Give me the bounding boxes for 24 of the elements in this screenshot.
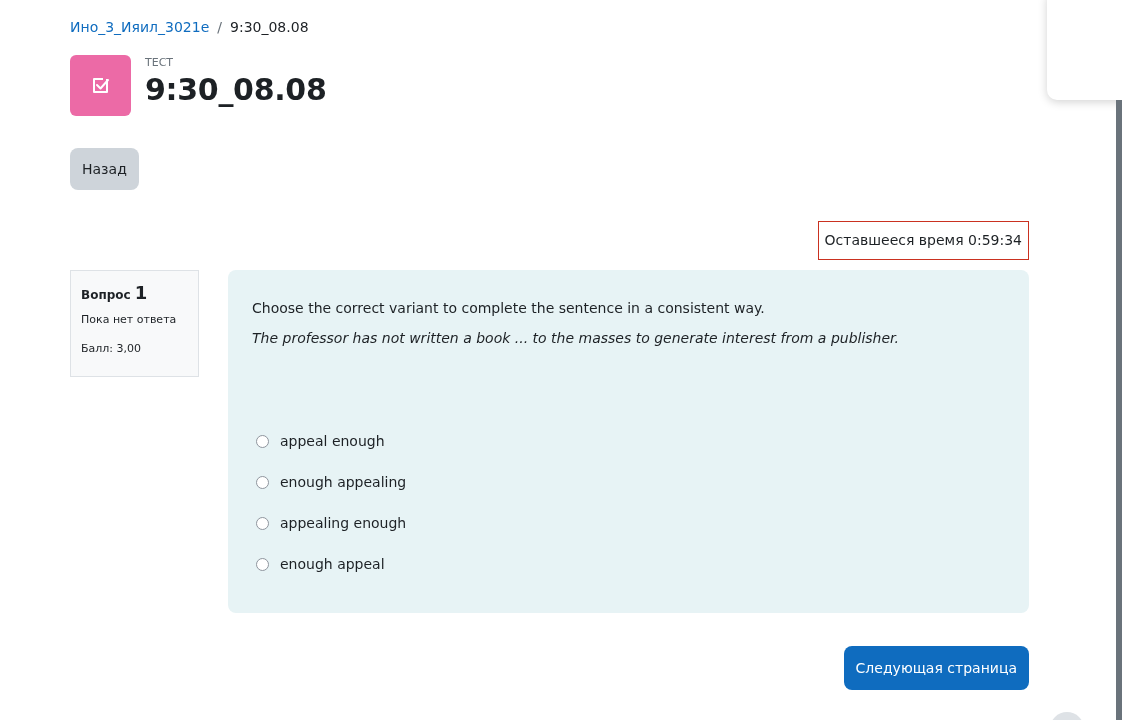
question-sentence: The professor has not written a book ... to the masses to generate interest from a publisher. <box>252 329 901 348</box>
breadcrumb-current: 9:30_08.08 <box>230 18 309 37</box>
back-button[interactable]: Назад <box>70 148 139 190</box>
question-label: Вопрос <box>81 288 131 302</box>
option-label[interactable]: enough appeal <box>280 556 385 572</box>
option-label[interactable]: enough appealing <box>280 474 407 490</box>
breadcrumb-link[interactable]: Ино_3_Ияил_3021е <box>70 17 210 37</box>
question-prompt: Choose the correct variant to complete the sentence in a consistent way. <box>252 299 766 318</box>
option-label[interactable]: appealing enough <box>280 515 407 531</box>
answer-status: Пока нет ответа <box>81 312 178 328</box>
radio-button[interactable] <box>256 516 269 530</box>
radio-button[interactable] <box>256 557 269 571</box>
activity-type-label: ТЕСТ <box>145 56 175 70</box>
scrollbar[interactable] <box>1116 100 1122 720</box>
question-number: 1 <box>134 283 148 303</box>
breadcrumb-separator: / <box>216 18 223 37</box>
time-remaining: Оставшееся время 0:59:34 <box>817 221 1029 260</box>
radio-button[interactable] <box>256 434 269 448</box>
radio-button[interactable] <box>256 475 269 489</box>
page-title: 9:30_08.08 <box>145 72 327 108</box>
question-grade: Балл: 3,00 <box>81 341 143 357</box>
quiz-icon <box>70 55 131 116</box>
option-label[interactable]: appeal enough <box>280 433 385 449</box>
next-page-button[interactable]: Следующая страница <box>843 646 1029 690</box>
